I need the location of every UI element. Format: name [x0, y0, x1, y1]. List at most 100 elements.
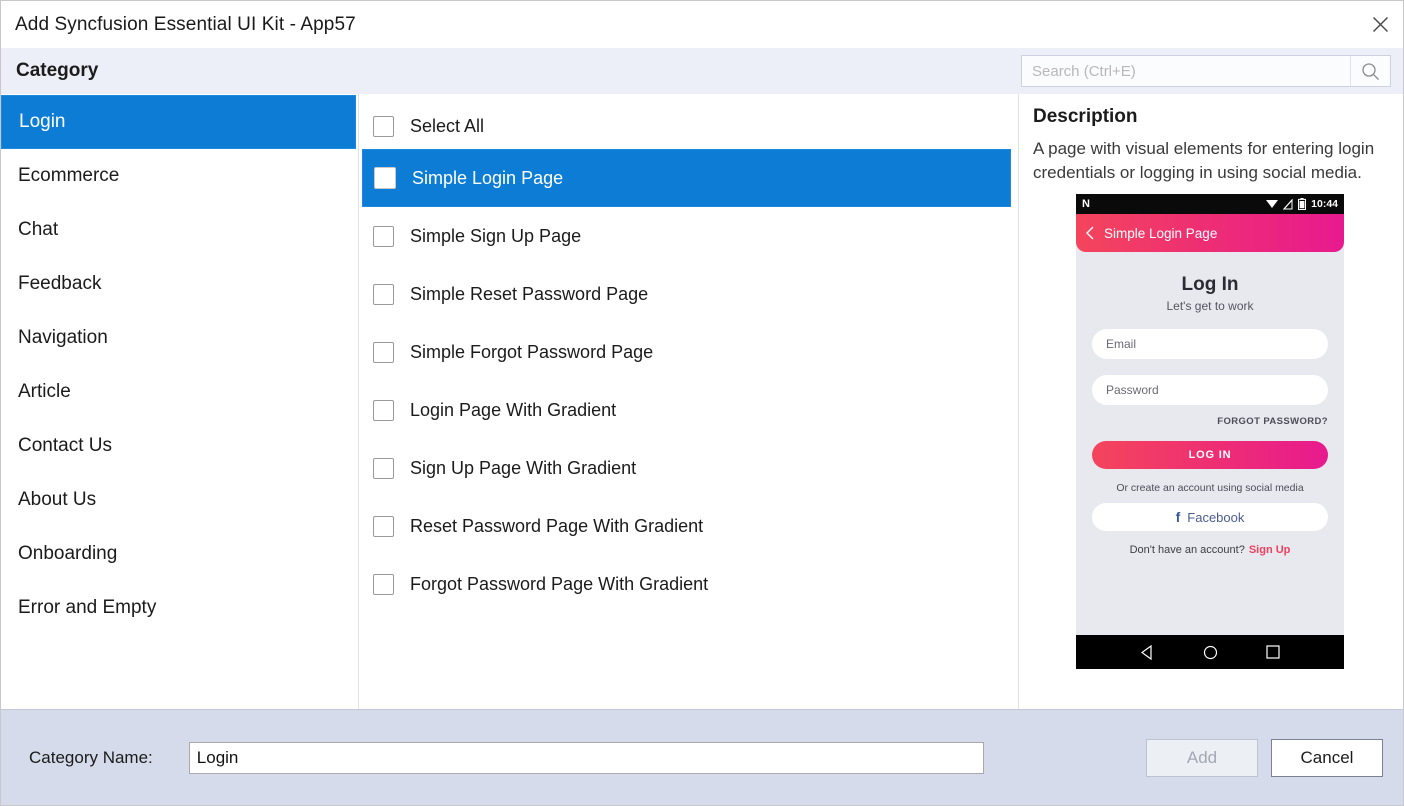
list-item-label: Simple Login Page: [412, 168, 563, 189]
add-ui-kit-dialog: Add Syncfusion Essential UI Kit - App57 …: [0, 0, 1404, 806]
sidebar-item-ecommerce[interactable]: Ecommerce: [1, 149, 358, 203]
android-logo-icon: N: [1082, 198, 1089, 210]
search-input[interactable]: [1022, 56, 1350, 86]
signal-off-icon: [1283, 199, 1293, 210]
list-item-checkbox[interactable]: [373, 342, 394, 363]
phone-password-field[interactable]: Password: [1092, 375, 1328, 405]
phone-subheading: Let's get to work: [1092, 299, 1328, 313]
list-item-checkbox[interactable]: [373, 458, 394, 479]
list-item[interactable]: Login Page With Gradient: [359, 381, 1018, 439]
wifi-icon: [1266, 199, 1278, 209]
list-item-label: Forgot Password Page With Gradient: [410, 574, 708, 595]
sidebar-item-article[interactable]: Article: [1, 365, 358, 419]
select-all-checkbox[interactable]: [373, 116, 394, 137]
facebook-label: Facebook: [1187, 510, 1244, 525]
sidebar-item-label: Ecommerce: [18, 165, 119, 187]
dialog-body: Login Ecommerce Chat Feedback Navigation…: [1, 94, 1403, 709]
phone-app-bar-title: Simple Login Page: [1104, 226, 1217, 241]
sidebar-item-label: Contact Us: [18, 435, 112, 457]
list-item-label: Sign Up Page With Gradient: [410, 458, 636, 479]
list-item[interactable]: Reset Password Page With Gradient: [359, 497, 1018, 555]
description-text: A page with visual elements for entering…: [1033, 137, 1387, 185]
sidebar-item-label: About Us: [18, 489, 96, 511]
category-header-title: Category: [16, 60, 98, 82]
list-item[interactable]: Simple Forgot Password Page: [359, 323, 1018, 381]
category-name-input[interactable]: [189, 742, 984, 774]
list-item-checkbox[interactable]: [373, 226, 394, 247]
page-list-panel: Select All Simple Login Page Simple Sign…: [359, 94, 1019, 709]
sidebar-item-chat[interactable]: Chat: [1, 203, 358, 257]
description-panel: Description A page with visual elements …: [1019, 94, 1403, 709]
back-triangle-icon[interactable]: [1140, 645, 1155, 660]
window-title: Add Syncfusion Essential UI Kit - App57: [15, 14, 356, 36]
dialog-footer: Category Name: Add Cancel: [1, 709, 1403, 805]
phone-email-field[interactable]: Email: [1092, 329, 1328, 359]
phone-status-bar: N 10:44: [1076, 194, 1344, 214]
description-title: Description: [1033, 106, 1387, 128]
preview-phone-mockup: N 10:44: [1076, 194, 1344, 669]
title-bar: Add Syncfusion Essential UI Kit - App57: [1, 1, 1403, 48]
phone-nav-bar: [1076, 635, 1344, 669]
list-item[interactable]: Simple Login Page: [362, 149, 1011, 207]
home-circle-icon[interactable]: [1203, 645, 1218, 660]
search-button[interactable]: [1350, 56, 1390, 86]
phone-email-placeholder: Email: [1106, 337, 1136, 351]
sidebar-item-onboarding[interactable]: Onboarding: [1, 527, 358, 581]
list-item-label: Simple Forgot Password Page: [410, 342, 653, 363]
sidebar-item-error-and-empty[interactable]: Error and Empty: [1, 581, 358, 635]
recents-square-icon[interactable]: [1266, 645, 1280, 659]
select-all-row[interactable]: Select All: [359, 103, 1018, 149]
list-item-label: Login Page With Gradient: [410, 400, 616, 421]
phone-social-text: Or create an account using social media: [1092, 482, 1328, 494]
phone-signup-link[interactable]: Sign Up: [1249, 544, 1291, 556]
list-item-checkbox[interactable]: [373, 516, 394, 537]
list-item-checkbox[interactable]: [374, 167, 396, 189]
sidebar-item-feedback[interactable]: Feedback: [1, 257, 358, 311]
sidebar-item-label: Navigation: [18, 327, 108, 349]
sidebar-item-label: Article: [18, 381, 71, 403]
sidebar-item-label: Chat: [18, 219, 58, 241]
category-name-label: Category Name:: [29, 748, 153, 768]
sidebar-item-label: Feedback: [18, 273, 101, 295]
sidebar-item-label: Login: [19, 111, 66, 133]
sidebar-item-login[interactable]: Login: [1, 95, 356, 149]
category-header: Category: [1, 48, 1403, 94]
list-item-checkbox[interactable]: [373, 400, 394, 421]
sidebar-item-about-us[interactable]: About Us: [1, 473, 358, 527]
list-item[interactable]: Sign Up Page With Gradient: [359, 439, 1018, 497]
search-box[interactable]: [1021, 55, 1391, 87]
phone-heading: Log In: [1092, 274, 1328, 296]
select-all-label: Select All: [410, 116, 484, 137]
list-item-checkbox[interactable]: [373, 284, 394, 305]
list-item-label: Simple Sign Up Page: [410, 226, 581, 247]
list-item-label: Simple Reset Password Page: [410, 284, 648, 305]
phone-screen-content: Log In Let's get to work Email Password …: [1076, 252, 1344, 635]
phone-account-text: Don't have an account?: [1130, 544, 1245, 556]
sidebar-item-navigation[interactable]: Navigation: [1, 311, 358, 365]
list-item[interactable]: Simple Reset Password Page: [359, 265, 1018, 323]
phone-app-bar: Simple Login Page: [1076, 214, 1344, 252]
cancel-button[interactable]: Cancel: [1271, 739, 1383, 777]
battery-icon: [1298, 198, 1306, 210]
phone-facebook-button[interactable]: f Facebook: [1092, 503, 1328, 531]
close-icon: [1372, 16, 1389, 33]
search-icon: [1361, 62, 1380, 81]
sidebar-item-contact-us[interactable]: Contact Us: [1, 419, 358, 473]
sidebar-item-label: Onboarding: [18, 543, 117, 565]
phone-login-button[interactable]: LOG IN: [1092, 441, 1328, 469]
list-item-checkbox[interactable]: [373, 574, 394, 595]
list-item[interactable]: Simple Sign Up Page: [359, 207, 1018, 265]
facebook-icon: f: [1176, 509, 1181, 525]
phone-clock: 10:44: [1311, 198, 1338, 210]
chevron-left-icon[interactable]: [1086, 226, 1094, 240]
add-button[interactable]: Add: [1146, 739, 1258, 777]
phone-forgot-password-link[interactable]: FORGOT PASSWORD?: [1092, 416, 1328, 427]
list-item-label: Reset Password Page With Gradient: [410, 516, 703, 537]
category-sidebar: Login Ecommerce Chat Feedback Navigation…: [1, 94, 359, 709]
footer-buttons: Add Cancel: [1146, 739, 1383, 777]
phone-signup-row: Don't have an account? Sign Up: [1092, 544, 1328, 556]
list-item[interactable]: Forgot Password Page With Gradient: [359, 555, 1018, 613]
phone-password-placeholder: Password: [1106, 383, 1159, 397]
close-button[interactable]: [1357, 1, 1403, 47]
sidebar-item-label: Error and Empty: [18, 597, 156, 619]
